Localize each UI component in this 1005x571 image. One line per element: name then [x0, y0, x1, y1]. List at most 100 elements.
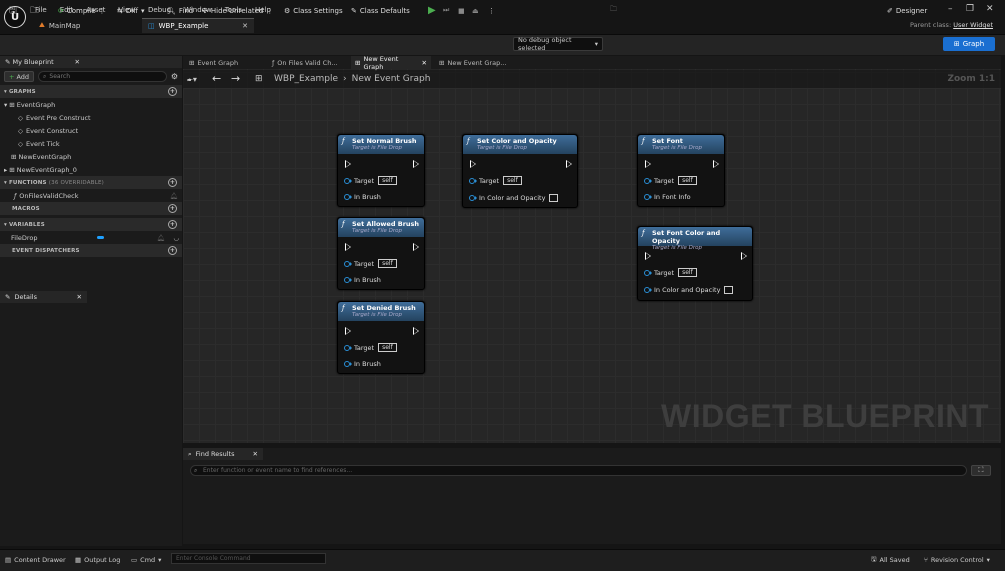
in-brush-pin[interactable]: In Brush — [344, 193, 381, 201]
class-settings-button[interactable]: ⚙ Class Settings — [284, 4, 343, 17]
step-icon[interactable]: ⏭ — [443, 4, 449, 17]
self-value[interactable]: self — [503, 176, 522, 185]
add-graph-icon[interactable]: + — [168, 87, 177, 96]
self-value[interactable]: self — [678, 176, 697, 185]
exec-in-pin[interactable] — [470, 160, 476, 168]
exec-out-pin[interactable] — [713, 160, 719, 168]
cmd-button[interactable]: ▭ Cmd ▾ — [131, 555, 161, 565]
tree-item-event-construct[interactable]: ◇ Event Construct — [0, 124, 182, 137]
target-pin[interactable]: Target self — [344, 176, 397, 185]
more-icon[interactable]: ⋮ — [488, 4, 495, 17]
stop-icon[interactable]: ■ — [458, 4, 465, 17]
in-brush-pin[interactable]: In Brush — [344, 276, 381, 284]
diff-button[interactable]: ⇆ Diff ▾ — [117, 4, 145, 17]
close-icon[interactable]: ✕ — [242, 22, 248, 30]
forward-arrow-icon[interactable]: → — [231, 72, 240, 85]
function-item[interactable]: ƒ OnFilesValidCheck 🔔︎ — [0, 189, 182, 202]
tab-event-graph[interactable]: ⊞ Event Graph — [185, 56, 242, 69]
hide-unrelated-button[interactable]: ✣ Hide Unrelated ⋮ — [202, 4, 273, 17]
exec-out-pin[interactable] — [413, 243, 419, 251]
tab-on-files-valid-check[interactable]: ƒ On Files Valid Ch... — [268, 56, 342, 69]
tree-item-neweventgraph[interactable]: ⊞ NewEventGraph — [0, 150, 182, 163]
close-icon[interactable]: ✕ — [253, 450, 258, 458]
tab-details[interactable]: ✎ Details ✕ — [0, 291, 87, 303]
more-icon[interactable]: ⋮ — [266, 7, 273, 15]
tab-new-event-graph[interactable]: ⊞ New Event Graph ✕ — [351, 56, 431, 71]
section-graphs[interactable]: ▾ GRAPHS + — [0, 85, 182, 98]
node-set-font[interactable]: ƒ Set Font Target is File Drop Target self … — [637, 134, 725, 207]
section-event-dispatchers[interactable]: EVENT DISPATCHERS + — [0, 244, 182, 257]
add-function-icon[interactable]: + — [168, 178, 177, 187]
tree-item-event-tick[interactable]: ◇ Event Tick — [0, 137, 182, 150]
node-set-font-color-and-opacity[interactable]: ƒ Set Font Color and Opacity Target is Fil… — [637, 226, 753, 301]
tab-my-blueprint[interactable]: ✎ My Blueprint ✕ — [0, 56, 182, 68]
doc-tab-mainmap[interactable]: ⛰ MainMap — [33, 18, 86, 33]
self-value[interactable]: self — [378, 176, 397, 185]
content-drawer-button[interactable]: ▤ Content Drawer — [5, 555, 66, 565]
variable-item[interactable]: FileDrop 🔔︎ ◡ — [0, 231, 182, 244]
find-button[interactable]: 🔍︎ Find — [167, 4, 193, 17]
debug-object-select[interactable]: No debug object selected ▾ — [513, 36, 603, 52]
color-swatch[interactable] — [549, 194, 559, 202]
in-color-and-opacity-pin[interactable]: In Color and Opacity — [644, 286, 734, 294]
exec-in-pin[interactable] — [345, 160, 351, 168]
node-set-color-and-opacity[interactable]: ƒ Set Color and Opacity Target is File Dro… — [462, 134, 578, 208]
tab-find-results[interactable]: ⌕ Find Results ✕ — [183, 448, 263, 460]
node-set-denied-brush[interactable]: ƒ Set Denied Brush Target is File Drop Tar… — [337, 301, 425, 374]
color-swatch[interactable] — [724, 286, 734, 294]
class-defaults-button[interactable]: ✎ Class Defaults — [351, 4, 410, 17]
target-pin[interactable]: Target self — [344, 343, 397, 352]
exec-out-pin[interactable] — [566, 160, 572, 168]
target-pin[interactable]: Target self — [469, 176, 522, 185]
play-icon[interactable]: ▶ — [428, 4, 436, 17]
in-color-and-opacity-pin[interactable]: In Color and Opacity — [469, 194, 559, 202]
breadcrumb-root[interactable]: WBP_Example — [274, 74, 338, 84]
node-set-allowed-brush[interactable]: ƒ Set Allowed Brush Target is File Drop Ta… — [337, 217, 425, 290]
eject-icon[interactable]: ⏏ — [472, 4, 479, 17]
bookmark-icon[interactable]: 🖝▾ — [187, 75, 197, 85]
section-variables[interactable]: ▾ VARIABLES + — [0, 218, 182, 231]
exec-in-pin[interactable] — [645, 160, 651, 168]
section-macros[interactable]: MACROS + — [0, 202, 182, 215]
node-set-normal-brush[interactable]: ƒ Set Normal Brush Target is File Drop Tar… — [337, 134, 425, 207]
back-arrow-icon[interactable]: ← — [212, 72, 221, 85]
parent-class-link[interactable]: User Widget — [953, 21, 993, 29]
tree-item-neweventgraph-0[interactable]: ▸ ⊞ NewEventGraph_0 — [0, 163, 182, 176]
exec-out-pin[interactable] — [413, 160, 419, 168]
exec-out-pin[interactable] — [413, 327, 419, 335]
debug-browse-icon[interactable]: 🗀 — [610, 4, 617, 17]
compile-button[interactable]: ⟳ Compile ⋮ — [58, 4, 106, 17]
exec-out-pin[interactable] — [741, 252, 747, 260]
output-log-button[interactable]: ▦ Output Log — [75, 555, 120, 565]
graph-editor[interactable]: ⊞ Event Graph ƒ On Files Valid Ch... ⊞ New … — [183, 56, 1001, 443]
browse-icon[interactable]: 🗀 — [30, 4, 39, 17]
self-value[interactable]: self — [378, 259, 397, 268]
close-icon[interactable]: ✕ — [77, 293, 82, 301]
find-results-input[interactable]: ⌕ Enter function or event name to find r… — [190, 465, 967, 476]
add-button[interactable]: + Add — [4, 71, 35, 82]
save-icon[interactable]: 🖫 — [9, 4, 17, 17]
settings-gear-icon[interactable]: ⚙ — [171, 72, 178, 81]
target-pin[interactable]: Target self — [644, 176, 697, 185]
tree-item-eventgraph[interactable]: ▾ ⊞ EventGraph — [0, 98, 182, 111]
revision-control-button[interactable]: ⑂ Revision Control ▾ — [924, 555, 990, 565]
tree-item-event-pre-construct[interactable]: ◇ Event Pre Construct — [0, 111, 182, 124]
close-window-icon[interactable]: ✕ — [986, 4, 994, 14]
target-pin[interactable]: Target self — [344, 259, 397, 268]
exec-in-pin[interactable] — [345, 243, 351, 251]
section-functions[interactable]: ▾ FUNCTIONS (36 OVERRIDABLE) + — [0, 176, 182, 189]
console-input[interactable]: Enter Console Command — [171, 553, 326, 564]
more-icon[interactable]: ⋮ — [99, 7, 106, 15]
visibility-eye-icon[interactable]: ◡ — [173, 234, 179, 242]
exec-in-pin[interactable] — [345, 327, 351, 335]
restore-icon[interactable]: ❐ — [966, 4, 974, 14]
in-brush-pin[interactable]: In Brush — [344, 360, 381, 368]
doc-tab-wbp-example[interactable]: ◫ WBP_Example ✕ — [142, 18, 254, 33]
add-macro-icon[interactable]: + — [168, 204, 177, 213]
all-saved-button[interactable]: 🖫 All Saved — [871, 555, 910, 565]
add-dispatcher-icon[interactable]: + — [168, 246, 177, 255]
designer-button[interactable]: ✐ Designer — [887, 4, 927, 17]
self-value[interactable]: self — [678, 268, 697, 277]
in-font-info-pin[interactable]: In Font Info — [644, 193, 691, 201]
exec-in-pin[interactable] — [645, 252, 651, 260]
